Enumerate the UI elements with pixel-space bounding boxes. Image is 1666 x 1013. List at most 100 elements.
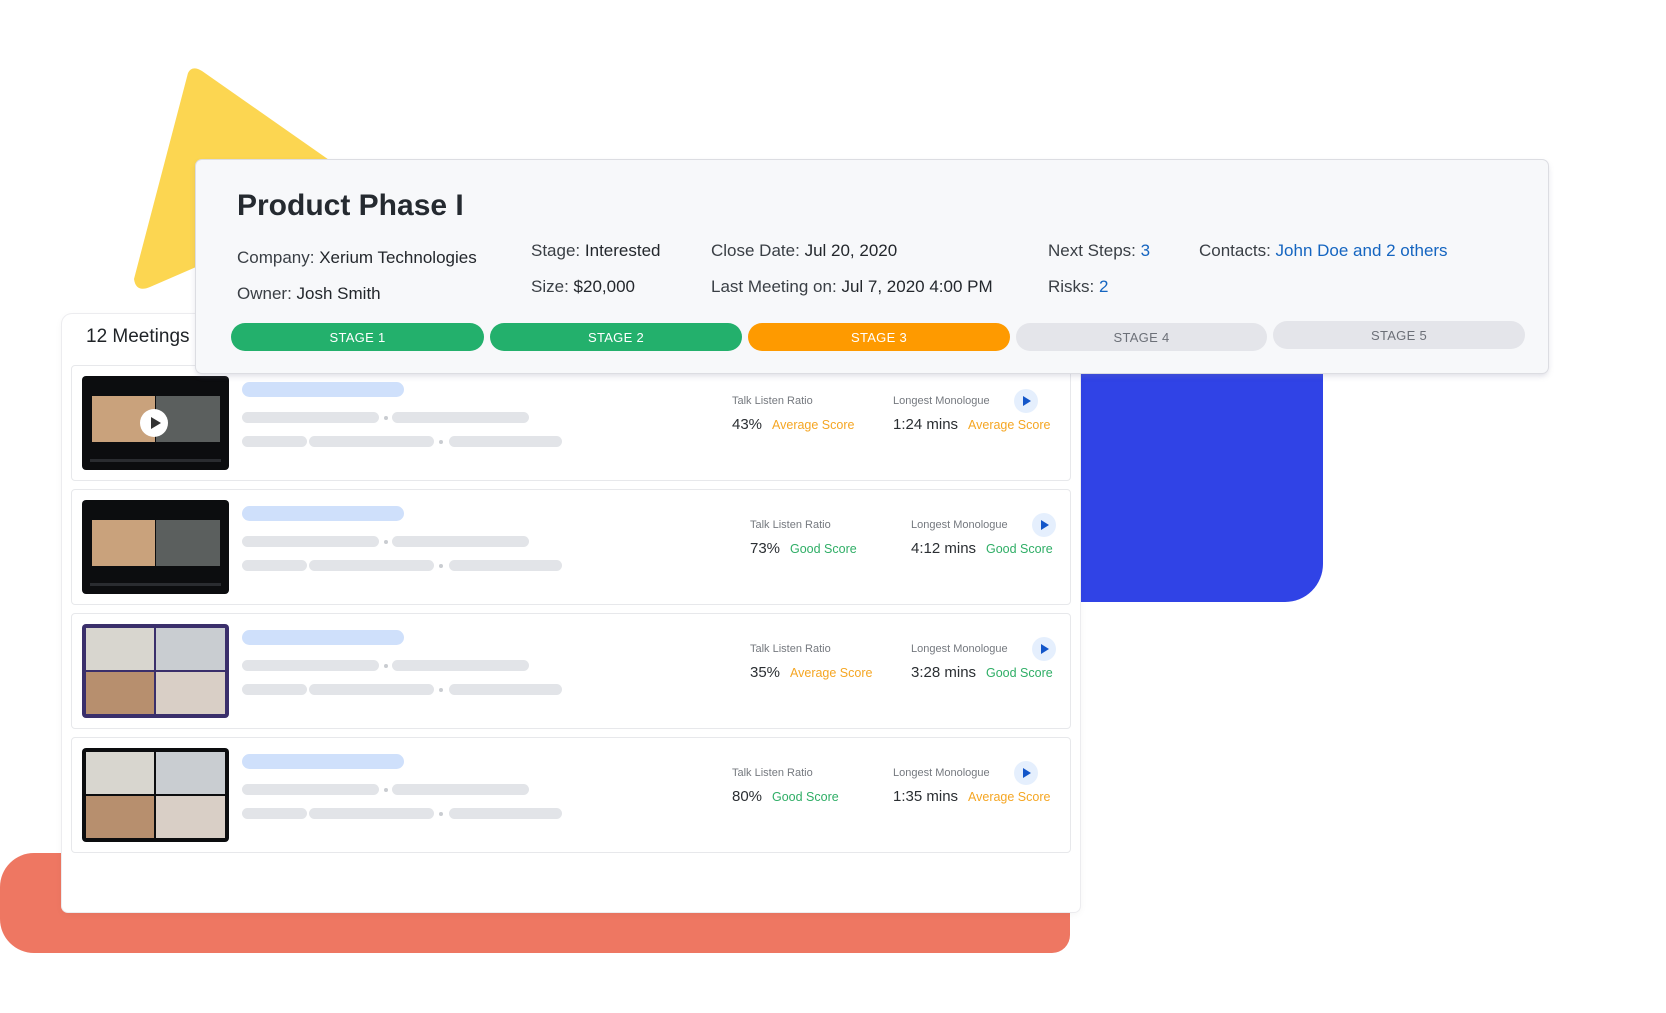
meeting-card[interactable]: Talk Listen Ratio 73% Good Score Longest Mo… <box>71 489 1071 605</box>
talk-ratio-label: Talk Listen Ratio <box>750 643 831 655</box>
company-label: Company: <box>237 248 315 267</box>
talk-ratio-value: 35% <box>750 664 781 681</box>
meeting-card[interactable]: Talk Listen Ratio 80% Good Score Longest Mo… <box>71 737 1071 853</box>
text-placeholder <box>309 684 434 695</box>
stage-5-pill[interactable]: STAGE 5 <box>1273 321 1525 349</box>
video-controls-bar <box>90 583 221 586</box>
stage-1-label: STAGE 1 <box>329 329 386 345</box>
contacts-label: Contacts: <box>1199 241 1271 260</box>
longest-monologue-label: Longest Monologue <box>893 767 990 779</box>
stage-3-pill[interactable]: STAGE 3 <box>748 323 1010 351</box>
text-placeholder <box>392 784 529 795</box>
stage-4-label: STAGE 4 <box>1113 329 1170 345</box>
last-meeting-value: Jul 7, 2020 4:00 PM <box>841 277 993 296</box>
close-date-field: Close Date: Jul 20, 2020 <box>711 241 897 261</box>
text-placeholder <box>242 412 379 423</box>
company-value: Xerium Technologies <box>319 248 477 267</box>
meeting-card[interactable]: Talk Listen Ratio 35% Average Score Longest… <box>71 613 1071 729</box>
title-placeholder <box>242 382 404 397</box>
size-value: $20,000 <box>573 277 635 296</box>
next-steps-field: Next Steps: 3 <box>1048 241 1150 261</box>
text-placeholder <box>392 536 529 547</box>
stage-label: Stage: <box>531 241 581 260</box>
stage-value: Interested <box>584 241 661 260</box>
talk-ratio-score: Average Score <box>772 418 855 432</box>
play-monologue-button[interactable] <box>1014 389 1038 413</box>
play-monologue-button[interactable] <box>1014 761 1038 785</box>
separator-dot <box>439 812 443 816</box>
next-steps-label: Next Steps: <box>1048 241 1136 260</box>
talk-ratio-value: 43% <box>732 416 763 433</box>
play-monologue-button[interactable] <box>1032 513 1056 537</box>
title-placeholder <box>242 506 404 521</box>
close-date-label: Close Date: <box>711 241 800 260</box>
stage-field: Stage: Interested <box>531 241 661 261</box>
contacts-link[interactable]: John Doe and 2 others <box>1276 241 1448 260</box>
talk-ratio-score: Good Score <box>772 790 839 804</box>
talk-ratio-value: 80% <box>732 788 763 805</box>
text-placeholder <box>242 808 307 819</box>
video-participant-tile <box>92 520 155 566</box>
video-participant-tile <box>86 672 154 714</box>
stage-2-label: STAGE 2 <box>587 329 645 345</box>
longest-monologue-value: 4:12 mins <box>911 540 977 557</box>
text-placeholder <box>392 412 529 423</box>
video-participant-tile <box>86 628 154 670</box>
play-monologue-button[interactable] <box>1032 637 1056 661</box>
longest-monologue-label: Longest Monologue <box>911 519 1008 531</box>
stage-2-pill[interactable]: STAGE 2 <box>490 323 742 351</box>
stage-1-pill[interactable]: STAGE 1 <box>231 323 484 351</box>
longest-monologue-score: Average Score <box>968 418 1051 432</box>
separator-dot <box>439 688 443 692</box>
video-participant-tile <box>156 796 225 838</box>
meeting-thumbnail[interactable] <box>82 748 229 842</box>
play-icon[interactable] <box>140 409 168 437</box>
stage-5-label: STAGE 5 <box>1370 327 1428 343</box>
company-field: Company: Xerium Technologies <box>237 248 477 268</box>
meeting-thumbnail[interactable] <box>82 500 229 594</box>
meeting-thumbnail[interactable] <box>82 376 229 470</box>
text-placeholder <box>392 660 529 671</box>
longest-monologue-score: Good Score <box>986 542 1053 556</box>
video-participant-tile <box>156 520 220 566</box>
video-participant-tile <box>86 752 154 794</box>
longest-monologue-score: Average Score <box>968 790 1051 804</box>
last-meeting-label: Last Meeting on: <box>711 277 837 296</box>
talk-ratio-score: Good Score <box>790 542 857 556</box>
opportunity-title: Product Phase I <box>237 189 464 222</box>
size-field: Size: $20,000 <box>531 277 635 297</box>
longest-monologue-value: 3:28 mins <box>911 664 977 681</box>
contacts-field: Contacts: John Doe and 2 others <box>1199 241 1448 261</box>
risks-label: Risks: <box>1048 277 1095 296</box>
last-meeting-field: Last Meeting on: Jul 7, 2020 4:00 PM <box>711 277 993 297</box>
close-date-value: Jul 20, 2020 <box>804 241 898 260</box>
longest-monologue-value: 1:24 mins <box>893 416 959 433</box>
stage-4-pill[interactable]: STAGE 4 <box>1016 323 1267 351</box>
text-placeholder <box>309 436 434 447</box>
meeting-thumbnail[interactable] <box>82 624 229 718</box>
risks-link[interactable]: 2 <box>1099 277 1108 296</box>
separator-dot <box>439 440 443 444</box>
longest-monologue-score: Good Score <box>986 666 1053 680</box>
text-placeholder <box>449 436 562 447</box>
text-placeholder <box>309 560 434 571</box>
risks-field: Risks: 2 <box>1048 277 1108 297</box>
opportunity-card: Product Phase I Company: Xerium Technolo… <box>196 160 1548 373</box>
owner-field: Owner: Josh Smith <box>237 284 381 304</box>
talk-ratio-label: Talk Listen Ratio <box>750 519 831 531</box>
meeting-card[interactable]: Talk Listen Ratio 43% Average Score Longest… <box>71 365 1071 481</box>
video-participant-tile <box>156 628 225 670</box>
longest-monologue-label: Longest Monologue <box>893 395 990 407</box>
text-placeholder <box>309 808 434 819</box>
decorative-blue-block <box>1078 372 1323 602</box>
text-placeholder <box>242 660 379 671</box>
next-steps-link[interactable]: 3 <box>1141 241 1150 260</box>
talk-ratio-label: Talk Listen Ratio <box>732 395 813 407</box>
text-placeholder <box>242 784 379 795</box>
meetings-count-title: 12 Meetings <box>86 326 190 347</box>
separator-dot <box>384 788 388 792</box>
text-placeholder <box>449 560 562 571</box>
meetings-panel: 12 Meetings Talk Listen Ratio 43% Average … <box>62 314 1080 912</box>
separator-dot <box>384 416 388 420</box>
separator-dot <box>439 564 443 568</box>
